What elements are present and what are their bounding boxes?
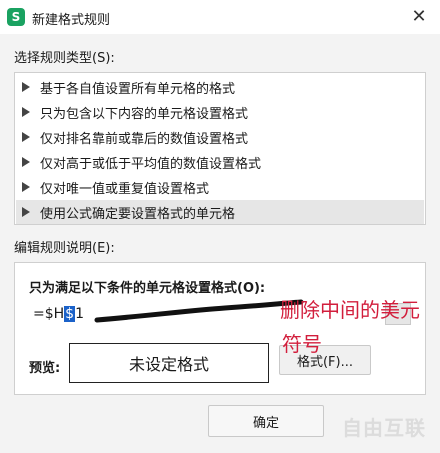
title-bar: S 新建格式规则 ✕ xyxy=(0,0,440,34)
rule-type-list[interactable]: 基于各自值设置所有单元格的格式 只为包含以下内容的单元格设置格式 仅对排名靠前或… xyxy=(14,72,426,225)
triangle-right-icon xyxy=(22,182,30,192)
rule-item-all-cells[interactable]: 基于各自值设置所有单元格的格式 xyxy=(16,75,424,99)
preview-box: 未设定格式 xyxy=(69,343,269,383)
formula-text-before: =$H xyxy=(33,306,65,322)
rule-item-label: 仅对唯一值或重复值设置格式 xyxy=(40,181,210,197)
triangle-right-icon xyxy=(22,107,30,117)
rule-item-label: 只为包含以下内容的单元格设置格式 xyxy=(40,106,249,122)
preview-label: 预览: xyxy=(29,361,61,376)
condition-title: 只为满足以下条件的单元格设置格式(O): xyxy=(29,281,266,296)
rule-item-unique-duplicate[interactable]: 仅对唯一值或重复值设置格式 xyxy=(16,175,424,199)
rule-item-label: 基于各自值设置所有单元格的格式 xyxy=(40,81,236,97)
watermark-logo: 自由互联 xyxy=(342,416,426,440)
triangle-right-icon xyxy=(22,157,30,167)
formula-input[interactable]: =$H $1 xyxy=(29,303,309,325)
wps-app-icon: S xyxy=(7,8,25,26)
rule-description-panel: 只为满足以下条件的单元格设置格式(O): =$H $1 预览: 未设定格式 格式(… xyxy=(14,262,426,395)
triangle-right-icon xyxy=(22,132,30,142)
rule-item-label: 仅对排名靠前或靠后的数值设置格式 xyxy=(40,131,249,147)
preview-text: 未设定格式 xyxy=(128,355,209,374)
annotation-line-1: 删除中间的美元 xyxy=(280,298,420,322)
rule-item-top-bottom[interactable]: 仅对排名靠前或靠后的数值设置格式 xyxy=(16,125,424,149)
rule-item-formula[interactable]: 使用公式确定要设置格式的单元格 xyxy=(16,200,424,224)
triangle-right-icon xyxy=(22,207,30,217)
rule-item-average[interactable]: 仅对高于或低于平均值的数值设置格式 xyxy=(16,150,424,174)
rule-description-label: 编辑规则说明(E): xyxy=(14,241,115,256)
formula-text-after: 1 xyxy=(75,306,85,322)
rule-type-label: 选择规则类型(S): xyxy=(14,51,115,66)
triangle-right-icon xyxy=(22,82,30,92)
rule-item-contains[interactable]: 只为包含以下内容的单元格设置格式 xyxy=(16,100,424,124)
close-icon: ✕ xyxy=(411,6,427,27)
formula-text-selected: $ xyxy=(64,306,76,322)
close-button[interactable]: ✕ xyxy=(408,6,430,28)
ok-button[interactable]: 确定 xyxy=(208,405,324,437)
annotation-line-2: 符号 xyxy=(282,332,322,356)
rule-item-label: 使用公式确定要设置格式的单元格 xyxy=(40,206,236,222)
dialog-title: 新建格式规则 xyxy=(32,13,111,28)
rule-item-label: 仅对高于或低于平均值的数值设置格式 xyxy=(40,156,262,172)
